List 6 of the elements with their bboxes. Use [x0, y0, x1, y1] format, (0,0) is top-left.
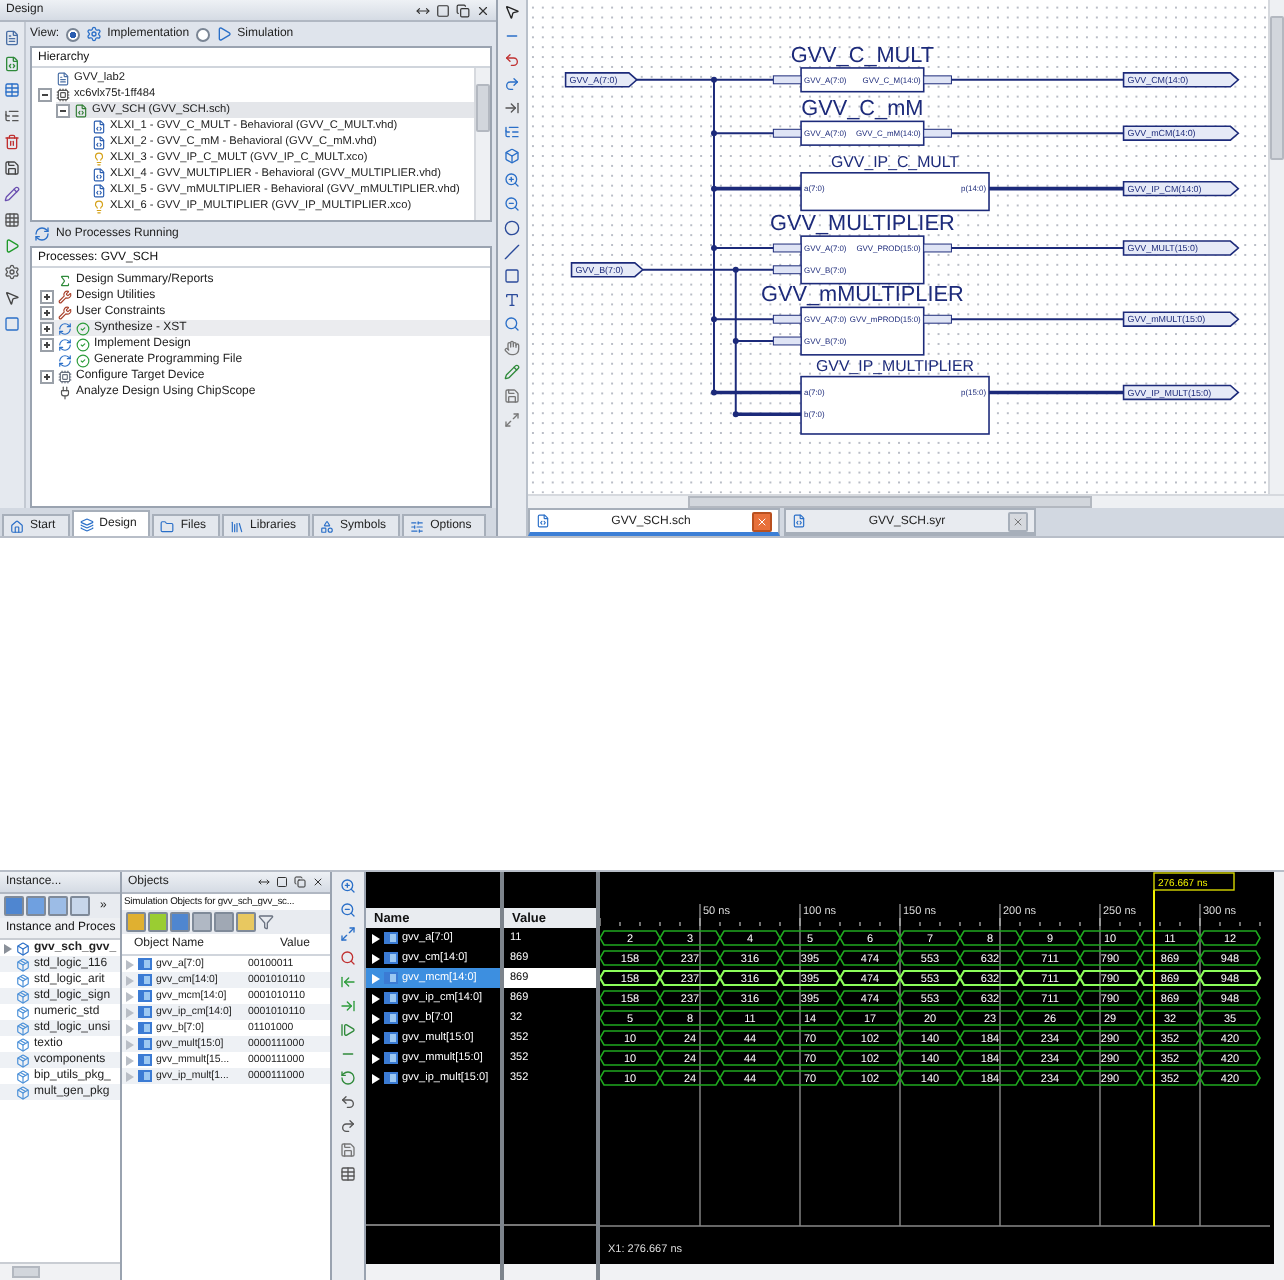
block-title: GVV_MULTIPLIER: [770, 212, 955, 237]
block-title: GVV_C_MULT: [790, 44, 935, 68]
block-title: GVV_mMULTIPLIER: [761, 283, 964, 308]
block-title: GVV_IP_MULTIPLIER: [816, 356, 974, 375]
block-title: GVV_IP_C_MULT: [831, 152, 960, 171]
block-title: GVV_C_mM: [801, 97, 924, 122]
